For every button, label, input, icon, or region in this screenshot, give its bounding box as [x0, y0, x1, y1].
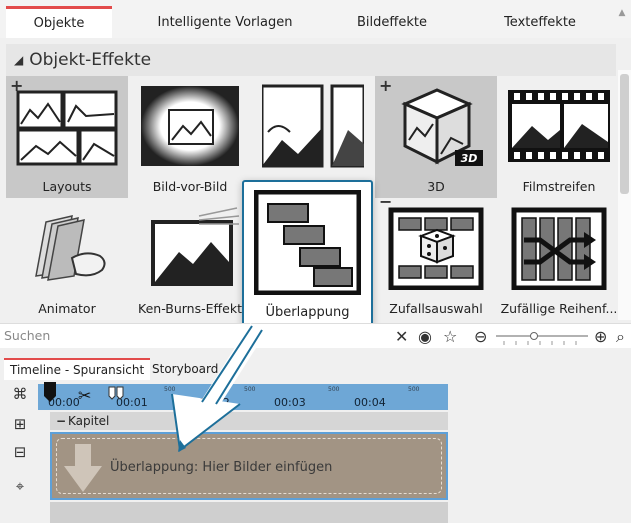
ruler-tick: 00:02 [198, 396, 230, 409]
shuffle-icon [511, 207, 607, 290]
effect-label: Layouts [42, 179, 92, 194]
ruler-minor: 500 [164, 386, 176, 393]
timeline-tabbar: Timeline - Spuransicht Storyboard [0, 356, 631, 380]
tab-intelligente-vorlagen[interactable]: Intelligente Vorlagen [135, 6, 315, 38]
ruler-tick: 00:03 [274, 396, 306, 409]
split-image-icon [262, 84, 364, 168]
chapter-header[interactable]: − Kapitel [50, 412, 448, 430]
playhead-icon[interactable] [42, 382, 58, 412]
effect-tile-bild-vor-bild[interactable]: Bild-vor-Bild [129, 76, 251, 198]
ken-burns-icon [151, 207, 240, 286]
picture-in-picture-icon [141, 86, 239, 166]
timeline-panel: ⌘ ⊞ ⊟ ⌖ 00:00 00:01 00:02 00:03 00:04 50… [0, 380, 631, 523]
effect-label: 3D [427, 179, 445, 194]
remove-track-icon[interactable]: ⊟ [10, 442, 30, 462]
effects-tabbar: Objekte Intelligente Vorlagen Bildeffekt… [0, 0, 631, 38]
track-strip [50, 502, 448, 523]
effect-label: Filmstreifen [522, 179, 596, 194]
search-input[interactable]: Suchen [4, 328, 50, 343]
eye-icon[interactable]: ◉ [418, 327, 432, 346]
ruler-minor: 500 [408, 386, 420, 393]
cube-3d-icon: 3D [401, 88, 483, 166]
effect-label: Zufallsauswahl [389, 301, 483, 316]
effect-tile-ueberlappung[interactable]: Überlappung [242, 180, 373, 328]
fit-icon[interactable]: ⌖ [10, 476, 30, 496]
effect-tile-3d[interactable]: + 3D 3D [375, 76, 497, 198]
collapse-icon[interactable]: − [56, 412, 66, 430]
effect-tile-zufallsauswahl[interactable]: − Zufallsauswahl [375, 192, 497, 320]
drop-hint: Überlappung: Hier Bilder einfügen [110, 460, 333, 475]
marker-icon[interactable] [108, 386, 124, 400]
tab-texteffekte[interactable]: Texteffekte [480, 6, 600, 38]
arrow-down-icon [64, 444, 102, 492]
ruler-minor: 500 [328, 386, 340, 393]
layouts-icon [16, 90, 118, 166]
ruler-tick: 00:04 [354, 396, 386, 409]
effect-label: Animator [38, 301, 96, 316]
tab-storyboard[interactable]: Storyboard [146, 358, 224, 380]
zoom-slider[interactable] [494, 332, 590, 346]
effect-label: Überlappung [265, 305, 350, 320]
section-title: Objekt-Effekte [29, 50, 152, 70]
chapter-label: Kapitel [68, 414, 110, 428]
scroll-up-icon[interactable]: ▲ [616, 8, 628, 34]
star-icon[interactable]: ☆ [443, 327, 457, 346]
random-dice-icon [388, 207, 484, 290]
scissors-icon[interactable]: ✂ [78, 386, 91, 405]
zoom-out-icon[interactable]: ⊖ [474, 327, 487, 346]
effect-tile-layouts[interactable]: + Layouts [6, 76, 128, 198]
effect-tile-filmstreifen[interactable]: Filmstreifen [498, 76, 620, 198]
effect-tile-ken-burns[interactable]: Ken-Burns-Effekt [129, 198, 251, 320]
tab-bildeffekte[interactable]: Bildeffekte [332, 6, 452, 38]
scrollbar-thumb[interactable] [620, 74, 629, 194]
magnet-icon[interactable]: ⌘ [10, 384, 30, 404]
timeline-toolbar: ⌘ ⊞ ⊟ ⌖ [0, 380, 38, 523]
effect-tile-zufaellige-reihenfolge[interactable]: Zufällige Reihenf... [498, 198, 620, 320]
magnifier-icon[interactable]: ⌕ [616, 327, 625, 347]
effect-label: Zufällige Reihenf... [500, 301, 618, 316]
filmstrip-icon [508, 90, 610, 162]
tab-timeline[interactable]: Timeline - Spuransicht [4, 358, 151, 380]
overlap-drop-zone[interactable]: Überlappung: Hier Bilder einfügen [50, 432, 448, 500]
ruler-minor: 500 [244, 386, 256, 393]
effect-label: Ken-Burns-Effekt [138, 301, 242, 316]
add-track-icon[interactable]: ⊞ [10, 414, 30, 434]
search-bar: Suchen ✕ ◉ ☆ ⊖ ⊕ ⌕ [0, 323, 631, 348]
badge-3d: 3D [461, 152, 478, 165]
flipbook-icon [35, 215, 106, 281]
time-ruler[interactable]: 00:00 00:01 00:02 00:03 00:04 500 500 50… [38, 382, 448, 412]
effect-label: Bild-vor-Bild [152, 179, 228, 194]
overlap-icon [254, 190, 361, 295]
effect-tile-animator[interactable]: Animator [6, 198, 128, 320]
collapse-triangle-icon[interactable]: ◢ [14, 53, 23, 67]
zoom-in-icon[interactable]: ⊕ [594, 327, 607, 346]
clear-icon[interactable]: ✕ [395, 327, 408, 346]
tab-objekte[interactable]: Objekte [6, 6, 112, 38]
section-objekt-effekte[interactable]: ◢ Objekt-Effekte [6, 44, 616, 76]
